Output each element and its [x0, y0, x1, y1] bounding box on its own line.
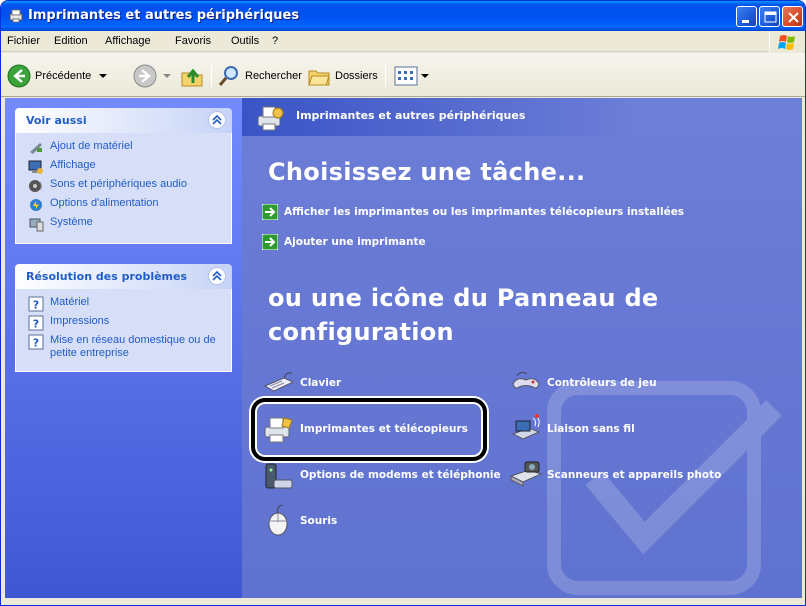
svg-text:?: ? [33, 337, 39, 350]
cp-heading-line1: ou une icône du Panneau de [268, 284, 659, 312]
minimize-icon [742, 20, 749, 23]
scanner-icon [509, 461, 543, 487]
back-label: Précédente [35, 70, 92, 82]
cp-keyboard[interactable]: Clavier [262, 366, 341, 400]
maximize-button[interactable] [759, 6, 780, 27]
see-also-title: Voir aussi [26, 114, 87, 127]
folders-icon [308, 70, 330, 86]
gamepad-icon [512, 371, 540, 389]
search-button[interactable]: Rechercher [217, 62, 302, 90]
link-power[interactable]: Options d'alimentation [28, 197, 223, 213]
dropdown-arrow-icon[interactable] [420, 71, 430, 81]
main-header: Imprimantes et autres périphériques [242, 98, 802, 136]
link-system[interactable]: Système [28, 216, 223, 232]
task-view-printers[interactable]: Afficher les imprimantes ou les impriman… [262, 204, 684, 220]
windows-logo [769, 32, 803, 52]
troubleshoot-title: Résolution des problèmes [26, 270, 188, 283]
close-icon [788, 12, 799, 23]
cp-mouse[interactable]: Souris [262, 504, 337, 538]
menu-edition[interactable]: Edition [54, 35, 88, 47]
toolbar-separator [211, 63, 212, 87]
up-folder-button[interactable] [179, 62, 205, 90]
keyboard-icon [263, 372, 295, 392]
hardware-icon [30, 143, 42, 154]
link-troubleshoot-printing[interactable]: ? Impressions [28, 315, 223, 331]
task-add-printer[interactable]: Ajouter une imprimante [262, 234, 426, 250]
menu-favoris[interactable]: Favoris [175, 35, 211, 47]
window-title: Imprimantes et autres périphériques [28, 8, 300, 23]
link-display[interactable]: Affichage [28, 159, 223, 175]
menu-fichier[interactable]: Fichier [7, 35, 40, 47]
forward-button[interactable] [133, 62, 173, 90]
printer-icon [257, 106, 284, 131]
cp-wireless-link[interactable]: Liaison sans fil [509, 412, 635, 446]
help-icon: ? [28, 334, 44, 350]
back-button[interactable]: Précédente [7, 62, 109, 90]
title-bar[interactable]: Imprimantes et autres périphériques [1, 1, 805, 31]
menu-help[interactable]: ? [272, 35, 278, 47]
folders-button[interactable]: Dossiers [307, 62, 378, 90]
views-button[interactable] [394, 62, 430, 90]
close-button[interactable] [782, 6, 803, 27]
menu-outils[interactable]: Outils [231, 35, 259, 47]
collapse-button[interactable] [208, 267, 226, 285]
folders-label: Dossiers [335, 70, 378, 82]
selection-highlight [251, 398, 487, 461]
toolbar: Précédente Rechercher Dossiers [1, 53, 805, 97]
link-sounds[interactable]: Sons et périphériques audio [28, 178, 223, 194]
dropdown-arrow-icon[interactable] [97, 71, 109, 81]
sound-icon [29, 180, 42, 192]
cp-scanners-cameras[interactable]: Scanneurs et appareils photo [509, 458, 721, 492]
troubleshoot-header[interactable]: Résolution des problèmes [15, 264, 232, 289]
svg-text:?: ? [33, 299, 39, 312]
toolbar-separator [385, 63, 386, 87]
windows-flag-icon [778, 35, 795, 50]
help-icon: ? [28, 296, 44, 312]
troubleshoot-body: ? Matériel ? Impressions ? Mise en résea… [15, 289, 232, 372]
power-icon [30, 199, 42, 211]
search-icon [218, 66, 238, 86]
display-icon [28, 160, 43, 174]
collapse-button[interactable] [208, 111, 226, 129]
content-area: Voir aussi Ajout de matériel Affichage S… [5, 98, 802, 598]
link-troubleshoot-network[interactable]: ? Mise en réseau domestique ou de petite… [28, 334, 223, 360]
forward-arrow-icon [133, 64, 157, 88]
chevron-up-icon [212, 270, 222, 281]
search-label: Rechercher [245, 70, 302, 82]
main-pane: Imprimantes et autres périphériques Choi… [242, 98, 802, 598]
cp-heading-line2: configuration [268, 318, 454, 346]
mouse-icon [268, 504, 288, 536]
menu-affichage[interactable]: Affichage [105, 35, 151, 47]
chevron-up-icon [212, 114, 222, 125]
link-add-hardware[interactable]: Ajout de matériel [28, 140, 223, 156]
system-icon [29, 218, 44, 232]
explorer-window: Imprimantes et autres périphériques Fich… [0, 0, 806, 606]
minimize-button[interactable] [736, 6, 757, 27]
cp-modem-phone[interactable]: Options de modems et téléphonie [262, 458, 501, 492]
views-icon [394, 66, 418, 86]
cp-game-controllers[interactable]: Contrôleurs de jeu [509, 366, 657, 400]
up-folder-icon [181, 68, 203, 87]
task-heading: Choisissez une tâche... [268, 158, 586, 186]
printer-folder-icon [9, 9, 23, 23]
wireless-icon [511, 414, 541, 440]
see-also-panel: Voir aussi Ajout de matériel Affichage S… [15, 108, 232, 244]
help-icon: ? [28, 315, 44, 331]
dropdown-arrow-icon[interactable] [161, 71, 173, 81]
task-arrow-icon [262, 234, 278, 250]
modem-icon [265, 463, 293, 489]
maximize-icon [764, 11, 777, 23]
main-header-title: Imprimantes et autres périphériques [296, 109, 526, 122]
see-also-body: Ajout de matériel Affichage Sons et péri… [15, 133, 232, 244]
task-pane: Voir aussi Ajout de matériel Affichage S… [5, 98, 242, 598]
menu-bar: Fichier Edition Affichage Favoris Outils… [1, 31, 805, 52]
link-troubleshoot-hardware[interactable]: ? Matériel [28, 296, 223, 312]
back-arrow-icon [7, 64, 31, 88]
svg-text:?: ? [33, 318, 39, 331]
troubleshoot-panel: Résolution des problèmes ? Matériel ? Im… [15, 264, 232, 372]
see-also-header[interactable]: Voir aussi [15, 108, 232, 133]
task-arrow-icon [262, 204, 278, 220]
